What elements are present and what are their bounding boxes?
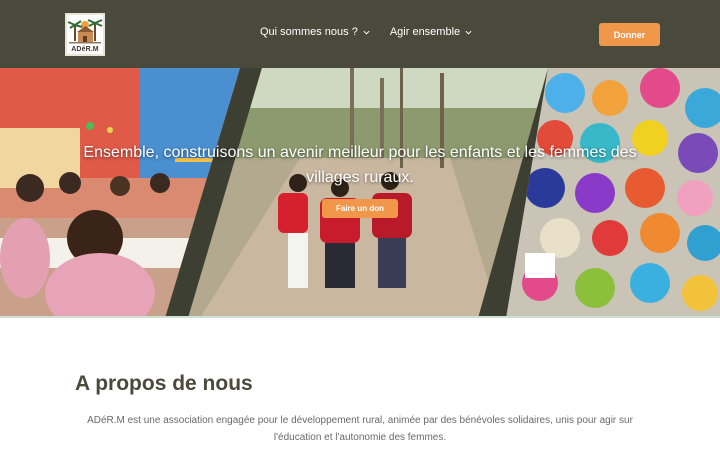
donate-button[interactable]: Donner (599, 23, 660, 46)
logo[interactable]: ADéR.M (65, 13, 105, 56)
site-header: ADéR.M Qui sommes nous ? Agir ensemble D… (0, 0, 720, 68)
hero-banner: Ensemble, construisons un avenir meilleu… (0, 68, 720, 318)
nav-item-label: Agir ensemble (389, 26, 461, 38)
hero-title: Ensemble, construisons un avenir meilleu… (83, 144, 637, 186)
nav-item-label: Qui sommes nous ? (260, 26, 358, 38)
hero-divider (0, 316, 720, 318)
chevron-down-icon (465, 30, 472, 35)
hero-image-collage (0, 68, 720, 318)
donate-cta-button[interactable]: Faire un don (322, 199, 398, 218)
nav-item-agir-ensemble[interactable]: Agir ensemble (390, 26, 472, 38)
logo-text: ADéR.M (71, 46, 99, 53)
nav-item-qui-sommes-nous[interactable]: Qui sommes nous ? (260, 26, 370, 38)
main-nav: Qui sommes nous ? Agir ensemble (260, 26, 472, 38)
children-walking-photo (188, 68, 548, 318)
about-title: A propos de nous (75, 372, 253, 395)
chevron-down-icon (363, 30, 370, 35)
about-text: ADéR.M est une association engagée pour … (87, 415, 633, 443)
